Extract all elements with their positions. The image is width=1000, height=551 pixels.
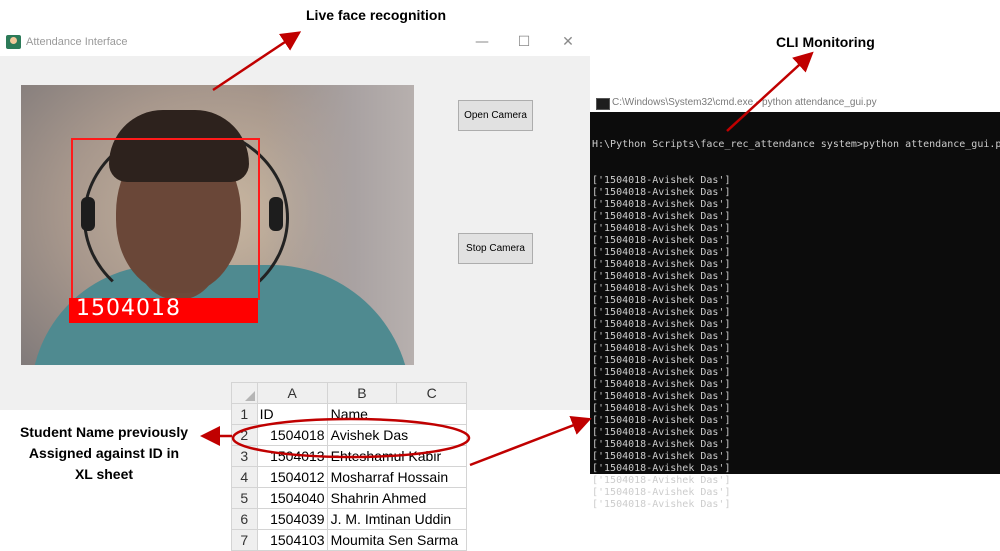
cli-output-line: ['1504018-Avishek Das'] [592,187,731,198]
id-cell[interactable]: ID [256,403,328,425]
arrow-sheet-to-cli [469,416,592,467]
headset-earcup [269,197,283,231]
window-title: Attendance Interface [26,36,128,48]
cli-output-line: ['1504018-Avishek Das'] [592,295,731,306]
minimize-button[interactable]: — [471,32,493,52]
id-cell[interactable]: 1504039 [256,508,328,530]
cli-monitoring-annotation: CLI Monitoring [776,34,875,50]
row-header[interactable]: 1 [231,403,258,425]
name-cell[interactable]: Ehteshamul Kabir [326,445,468,467]
attendance-window: Attendance Interface — ☐ ✕ 1504018 Open … [0,28,590,410]
cli-output-line: ['1504018-Avishek Das'] [592,199,731,210]
cli-output-line: ['1504018-Avishek Das'] [592,403,731,414]
row-header[interactable]: 5 [231,487,258,509]
sheet-row: 4 1504012 Mosharraf Hossain [231,466,468,488]
sheet-row: 3 1504013 Ehteshamul Kabir [231,445,468,467]
cli-command-line: H:\Python Scripts\face_rec_attendance sy… [592,139,1000,150]
cli-output-line: ['1504018-Avishek Das'] [592,175,731,186]
cli-output-line: ['1504018-Avishek Das'] [592,439,731,450]
maximize-button[interactable]: ☐ [513,32,535,52]
name-cell[interactable]: Avishek Das [326,424,468,446]
stop-camera-button[interactable]: Stop Camera [458,233,533,264]
cli-output-line: ['1504018-Avishek Das'] [592,367,731,378]
cli-output-line: ['1504018-Avishek Das'] [592,499,731,510]
cli-output-line: ['1504018-Avishek Das'] [592,283,731,294]
cli-output-line: ['1504018-Avishek Das'] [592,211,731,222]
sheet-row: 5 1504040 Shahrin Ahmed [231,487,468,509]
face-detection-box [71,138,260,300]
cli-output-line: ['1504018-Avishek Das'] [592,391,731,402]
cli-output-line: ['1504018-Avishek Das'] [592,355,731,366]
cli-output-line: ['1504018-Avishek Das'] [592,307,731,318]
id-cell[interactable]: 1504013 [256,445,328,467]
id-cell[interactable]: 1504018 [256,424,328,446]
terminal-icon [596,98,610,110]
cli-output-line: ['1504018-Avishek Das'] [592,415,731,426]
live-face-annotation: Live face recognition [306,7,447,23]
column-header[interactable]: C [396,382,467,404]
row-header[interactable]: 4 [231,466,258,488]
id-cell[interactable]: 1504012 [256,466,328,488]
camera-feed: 1504018 [21,85,414,365]
cli-output-line: ['1504018-Avishek Das'] [592,451,731,462]
student-name-annotation: Student Name previously Assigned against… [14,422,194,485]
cli-output-line: ['1504018-Avishek Das'] [592,235,731,246]
cli-output-line: ['1504018-Avishek Das'] [592,223,731,234]
column-header[interactable]: A [256,382,328,404]
cli-output-line: ['1504018-Avishek Das'] [592,343,731,354]
cli-titlebar: C:\Windows\System32\cmd.exe - python att… [590,94,1000,112]
sheet-row: 1 ID Name [231,403,468,425]
select-all-corner[interactable] [231,382,258,404]
column-header[interactable]: B [326,382,398,404]
attendance-titlebar: Attendance Interface — ☐ ✕ [0,28,590,56]
face-id-label: 1504018 [76,296,181,321]
cli-output-line: ['1504018-Avishek Das'] [592,379,731,390]
student-annotation-line: Student Name previously [19,424,189,440]
open-camera-button[interactable]: Open Camera [458,100,533,131]
cli-output-line: ['1504018-Avishek Das'] [592,487,731,498]
cli-output-line: ['1504018-Avishek Das'] [592,271,731,282]
name-cell[interactable]: J. M. Imtinan Uddin [326,508,468,530]
app-logo-icon [6,35,21,49]
cli-output-line: ['1504018-Avishek Das'] [592,463,731,474]
id-cell[interactable]: 1504040 [256,487,328,509]
excel-sheet: A B C 1 ID Name 2 1504018 Avishek Das 3 … [231,382,468,551]
cli-output-line: ['1504018-Avishek Das'] [592,331,731,342]
name-cell[interactable]: Name [326,403,468,425]
row-header[interactable]: 6 [231,508,258,530]
cli-window-title: C:\Windows\System32\cmd.exe - python att… [612,97,877,108]
cli-output[interactable]: H:\Python Scripts\face_rec_attendance sy… [592,115,1000,511]
cli-output-line: ['1504018-Avishek Das'] [592,247,731,258]
close-button[interactable]: ✕ [557,32,579,52]
name-cell[interactable]: Mosharraf Hossain [326,466,468,488]
id-cell[interactable]: 1504103 [256,529,328,551]
name-cell[interactable]: Moumita Sen Sarma [326,529,468,551]
row-header[interactable]: 3 [231,445,258,467]
cli-output-line: ['1504018-Avishek Das'] [592,319,731,330]
row-header[interactable]: 7 [231,529,258,551]
student-annotation-line: Assigned against ID in [28,445,180,461]
row-header[interactable]: 2 [231,424,258,446]
cli-output-line: ['1504018-Avishek Das'] [592,427,731,438]
student-annotation-line: XL sheet [74,466,134,482]
sheet-row: 7 1504103 Moumita Sen Sarma [231,529,468,551]
sheet-row: 2 1504018 Avishek Das [231,424,468,446]
cli-output-line: ['1504018-Avishek Das'] [592,259,731,270]
name-cell[interactable]: Shahrin Ahmed [326,487,468,509]
cli-window: C:\Windows\System32\cmd.exe - python att… [590,94,1000,510]
sheet-row: 6 1504039 J. M. Imtinan Uddin [231,508,468,530]
cli-output-line: ['1504018-Avishek Das'] [592,475,731,486]
